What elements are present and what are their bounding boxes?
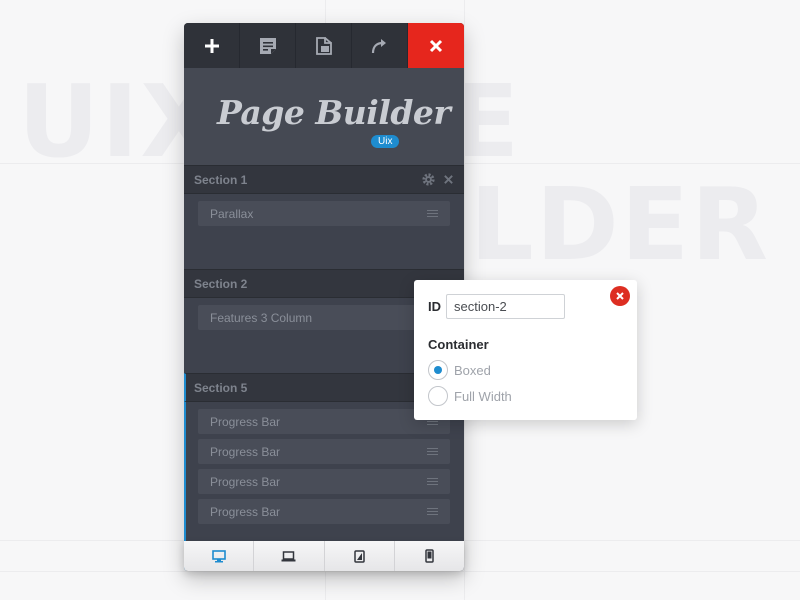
module-label: Parallax — [210, 206, 254, 221]
section-title: Section 1 — [194, 172, 248, 187]
notes-button[interactable] — [240, 23, 296, 68]
close-builder-button[interactable] — [408, 23, 464, 68]
drag-handle-icon[interactable] — [427, 210, 438, 217]
toolbar — [184, 23, 464, 68]
gear-icon[interactable] — [421, 172, 436, 187]
module-label: Progress Bar — [210, 444, 281, 459]
section-title: Section 5 — [194, 380, 248, 395]
uix-badge: Uix — [371, 135, 400, 148]
close-icon — [616, 292, 624, 300]
module-label: Progress Bar — [210, 474, 281, 489]
plus-icon — [204, 38, 219, 53]
logo-area: Page Builder Uix — [184, 68, 464, 165]
radio-label: Full Width — [454, 388, 512, 404]
module-label: Progress Bar — [210, 504, 281, 519]
module-item[interactable]: Parallax — [198, 201, 450, 226]
device-switcher — [184, 541, 464, 571]
radio-button[interactable] — [428, 360, 448, 380]
device-desktop-button[interactable] — [184, 541, 255, 571]
radio-label: Boxed — [454, 362, 491, 378]
module-item[interactable]: Progress Bar — [198, 409, 450, 434]
drag-handle-icon[interactable] — [427, 448, 438, 455]
drag-handle-icon[interactable] — [427, 508, 438, 515]
device-laptop-button[interactable] — [254, 541, 325, 571]
notes-icon — [259, 37, 276, 54]
id-label: ID — [428, 299, 441, 314]
module-label: Features 3 Column — [210, 310, 313, 325]
popover-close-button[interactable] — [610, 286, 630, 306]
section-header-1[interactable]: Section 1 — [184, 165, 464, 194]
grid-line — [0, 571, 800, 572]
module-label: Progress Bar — [210, 414, 281, 429]
module-item[interactable]: Progress Bar — [198, 499, 450, 524]
radio-option-full-width[interactable]: Full Width — [428, 386, 623, 406]
duplicate-icon — [315, 36, 332, 55]
module-item[interactable]: Progress Bar — [198, 439, 450, 464]
device-tablet-button[interactable] — [325, 541, 395, 571]
section-id-input[interactable] — [446, 294, 565, 319]
background-title-line2: LDER — [470, 166, 771, 283]
section-body-1: Parallax — [184, 194, 464, 269]
laptop-icon — [281, 550, 296, 561]
device-phone-button[interactable] — [395, 541, 464, 571]
redo-icon — [371, 38, 386, 53]
desktop-icon — [211, 549, 226, 562]
close-icon — [429, 39, 443, 52]
module-item[interactable]: Progress Bar — [198, 469, 450, 494]
container-label: Container — [428, 337, 489, 352]
phone-icon — [425, 549, 434, 563]
section-settings-popover: ID Container Boxed Full Width — [414, 280, 637, 420]
radio-option-boxed[interactable]: Boxed — [428, 360, 623, 380]
redo-button[interactable] — [352, 23, 408, 68]
section-title: Section 2 — [194, 276, 248, 291]
close-icon[interactable] — [443, 174, 454, 185]
page-builder-logo: Page Builder — [217, 93, 451, 132]
module-item[interactable]: Features 3 Column — [198, 305, 450, 330]
tablet-icon — [353, 549, 365, 563]
add-button[interactable] — [184, 23, 240, 68]
radio-button[interactable] — [428, 386, 448, 406]
duplicate-button[interactable] — [296, 23, 352, 68]
drag-handle-icon[interactable] — [427, 478, 438, 485]
